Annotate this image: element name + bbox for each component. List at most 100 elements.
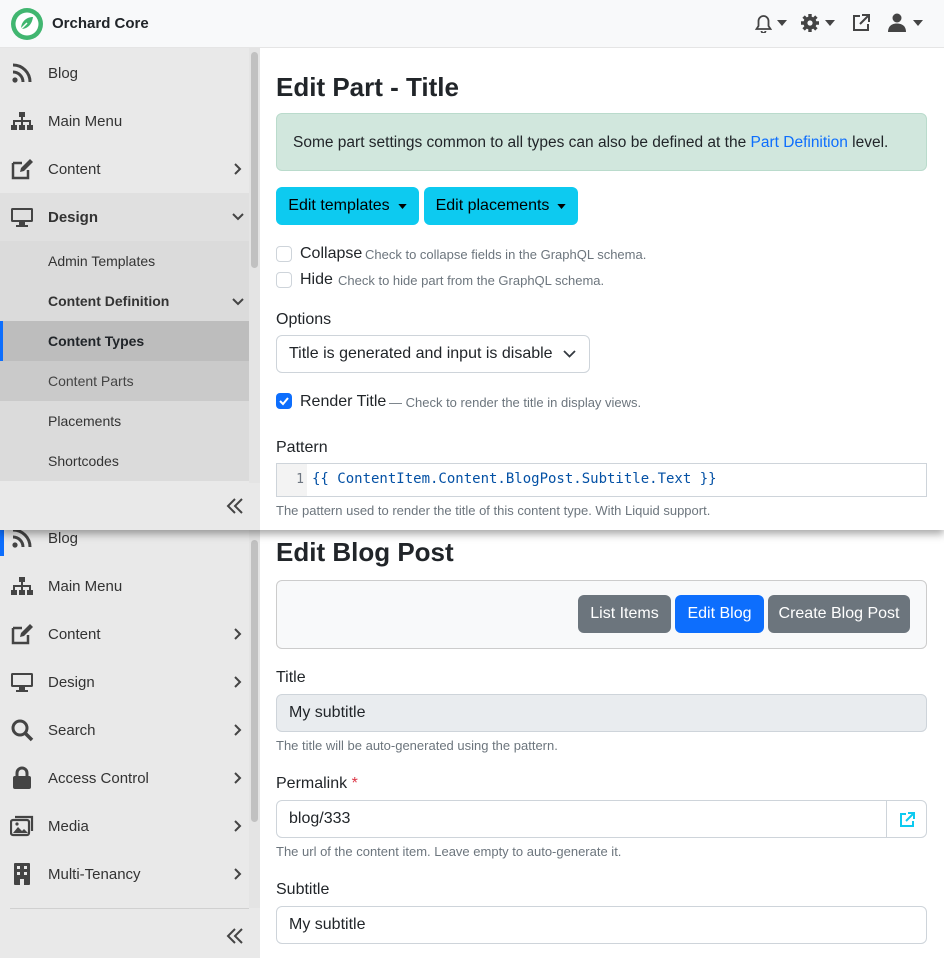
page-title-edit-part: Edit Part - Title: [276, 72, 459, 102]
sidebar-item-main-menu[interactable]: Main Menu: [0, 97, 249, 145]
title-input[interactable]: My subtitle: [276, 694, 927, 732]
back-sidebar-label-design: Design: [48, 673, 95, 691]
info-alert: Some part settings common to all types c…: [276, 113, 927, 171]
back-sidebar-label-main-menu: Main Menu: [48, 577, 123, 595]
sidebar-label-placements: Placements: [48, 413, 122, 429]
sidebar-label-main-menu: Main Menu: [48, 112, 123, 130]
line-number: 1: [296, 472, 304, 487]
hide-checkbox[interactable]: [276, 272, 292, 288]
title-help: The title will be auto-generated using t…: [276, 738, 558, 753]
create-blog-post-button[interactable]: Create Blog Post: [768, 595, 910, 633]
sidebar-item-content-definition[interactable]: Content Definition: [0, 281, 249, 321]
sidebar-item-content-types[interactable]: Content Types: [0, 321, 249, 361]
back-sidebar-item-search[interactable]: Search: [0, 706, 249, 754]
sidebar-item-shortcodes[interactable]: Shortcodes: [0, 441, 249, 481]
edit-templates-button[interactable]: Edit templates: [276, 187, 419, 225]
back-sidebar-label-access-control: Access Control: [48, 769, 149, 787]
collapse-label[interactable]: Collapse: [300, 245, 362, 263]
lock-icon: [13, 766, 31, 789]
permalink-help: The url of the content item. Leave empty…: [276, 844, 622, 859]
active-indicator: [0, 321, 3, 361]
caret-down-icon[interactable]: [777, 20, 787, 26]
pattern-code: {{ ContentItem.Content.BlogPost.Subtitle…: [312, 471, 717, 487]
front-main: Edit Part - Title Some part settings com…: [260, 48, 944, 530]
check-icon: [279, 397, 289, 406]
edit-placements-button[interactable]: Edit placements: [424, 187, 578, 225]
pattern-code-editor[interactable]: 1 {{ ContentItem.Content.BlogPost.Subtit…: [276, 463, 927, 497]
chevron-right-icon: [234, 163, 242, 175]
list-items-button[interactable]: List Items: [578, 595, 671, 633]
collapse-checkbox[interactable]: [276, 246, 292, 262]
bell-icon[interactable]: [755, 14, 772, 33]
collapse-sidebar-icon[interactable]: [226, 927, 244, 945]
sidebar-label-design: Design: [48, 208, 99, 226]
top-navbar: Orchard Core: [0, 0, 944, 48]
back-sidebar-item-media[interactable]: Media: [0, 802, 249, 850]
back-sidebar-label-blog: Blog: [48, 529, 79, 547]
options-selected-value: Title is generated and input is disable: [289, 345, 553, 362]
chevron-right-icon: [234, 628, 242, 640]
options-select[interactable]: Title is generated and input is disable: [276, 335, 590, 373]
back-sidebar-scroll-thumb[interactable]: [251, 540, 258, 822]
rss-icon: [12, 63, 32, 83]
back-sidebar-item-design[interactable]: Design: [0, 658, 249, 706]
edit-icon: [11, 624, 33, 645]
edit-part-screenshot: Orchard Core Blog Main Menu Content Desi…: [0, 0, 944, 530]
orchard-core-logo-icon[interactable]: [11, 8, 43, 40]
alert-text-end: level.: [847, 134, 889, 151]
line-number-gutter: 1: [277, 464, 307, 496]
subtitle-input[interactable]: My subtitle: [276, 906, 927, 944]
sidebar-item-content[interactable]: Content: [0, 145, 249, 193]
back-sidebar-item-main-menu[interactable]: Main Menu: [0, 562, 249, 610]
edit-placements-label: Edit placements: [435, 197, 550, 214]
sidebar-label-shortcodes: Shortcodes: [48, 453, 119, 469]
sidebar-divider: [10, 908, 249, 909]
search-icon: [11, 719, 34, 742]
sidebar-label-content-parts: Content Parts: [48, 373, 134, 389]
pattern-help: The pattern used to render the title of …: [276, 503, 711, 518]
external-link-icon[interactable]: [852, 14, 870, 32]
page-title-edit-blog-post: Edit Blog Post: [276, 537, 454, 567]
back-sidebar-label-media: Media: [48, 817, 89, 835]
building-icon: [14, 863, 30, 885]
back-sidebar-item-access-control[interactable]: Access Control: [0, 754, 249, 802]
user-icon[interactable]: [888, 13, 906, 32]
back-sidebar-label-search: Search: [48, 721, 96, 739]
sidebar-item-blog[interactable]: Blog: [0, 49, 249, 97]
front-sidebar-scroll-thumb[interactable]: [251, 52, 258, 268]
front-sidebar: Blog Main Menu Content Design Admin Temp…: [0, 48, 260, 530]
sitemap-icon: [11, 577, 33, 595]
pattern-label: Pattern: [276, 439, 328, 456]
chevron-right-icon: [234, 868, 242, 880]
monitor-icon: [11, 208, 33, 227]
part-definition-link[interactable]: Part Definition: [751, 134, 848, 151]
chevron-right-icon: [234, 772, 242, 784]
gear-icon[interactable]: [800, 13, 820, 33]
back-sidebar-item-content[interactable]: Content: [0, 610, 249, 658]
chevron-right-icon: [234, 676, 242, 688]
sidebar-item-design[interactable]: Design: [0, 193, 249, 241]
sidebar-item-content-parts[interactable]: Content Parts: [0, 361, 249, 401]
hide-label[interactable]: Hide: [300, 271, 333, 289]
hide-help: Check to hide part from the GraphQL sche…: [338, 273, 605, 288]
sidebar-item-admin-templates[interactable]: Admin Templates: [0, 241, 249, 281]
sidebar-item-placements[interactable]: Placements: [0, 401, 249, 441]
permalink-input[interactable]: blog/333: [276, 800, 887, 838]
back-sidebar-label-content: Content: [48, 625, 101, 643]
caret-down-icon[interactable]: [913, 20, 923, 26]
render-title-checkbox[interactable]: [276, 393, 292, 409]
brand-name[interactable]: Orchard Core: [52, 15, 149, 32]
chevron-down-icon: [232, 213, 244, 221]
monitor-icon: [11, 673, 33, 692]
edit-blog-button[interactable]: Edit Blog: [675, 595, 764, 633]
chevron-right-icon: [234, 724, 242, 736]
title-label: Title: [276, 669, 306, 686]
back-sidebar-item-multi-tenancy[interactable]: Multi-Tenancy: [0, 850, 249, 898]
caret-down-icon[interactable]: [825, 20, 835, 26]
sidebar-label-content: Content: [48, 160, 101, 178]
chevron-right-icon: [234, 820, 242, 832]
permalink-label: Permalink *: [276, 775, 358, 793]
render-title-label[interactable]: Render Title: [300, 393, 386, 411]
collapse-sidebar-icon[interactable]: [226, 497, 244, 515]
permalink-open-button[interactable]: [886, 800, 927, 838]
